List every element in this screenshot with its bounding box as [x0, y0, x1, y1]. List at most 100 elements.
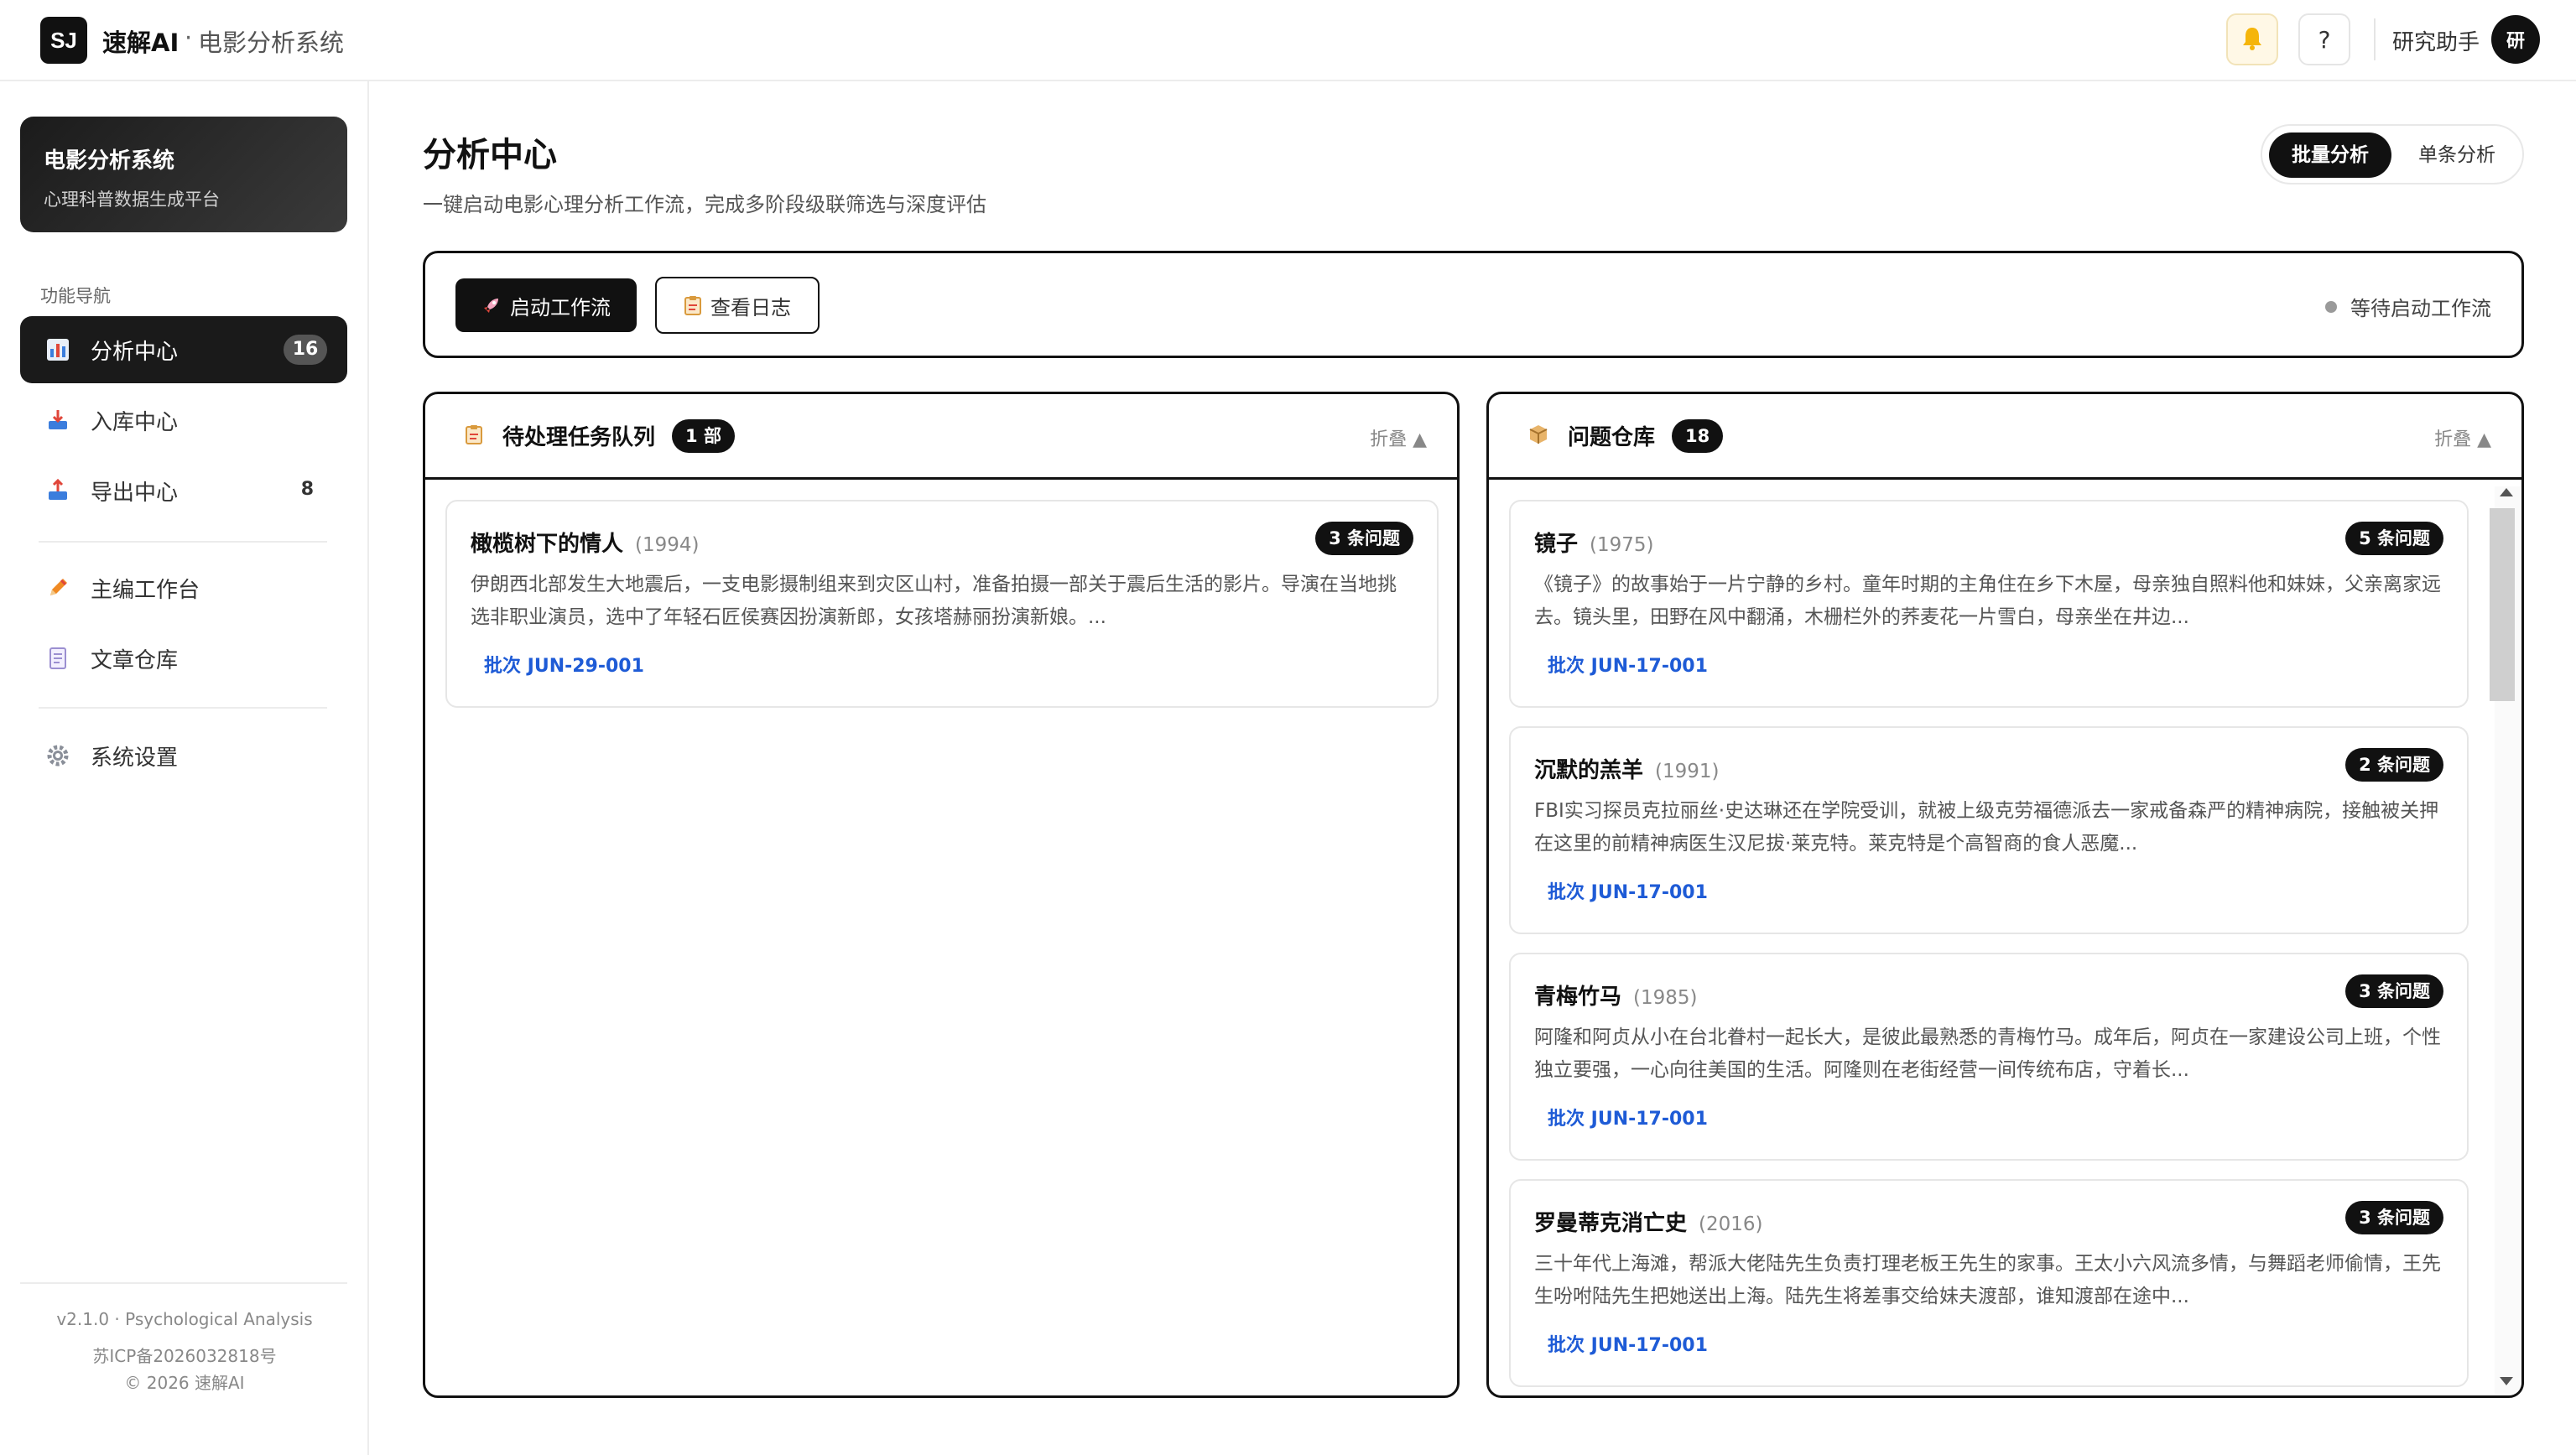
- brand-separator: ·: [185, 23, 193, 52]
- scrollbar-thumb[interactable]: [2490, 508, 2515, 701]
- task-queue-title: 待处理任务队列: [502, 425, 656, 450]
- movie-title: 镜子 (1975): [1534, 527, 1654, 558]
- batch-mode-button[interactable]: 批量分析: [2269, 133, 2391, 178]
- system-card-subtitle: 心理科普数据生成平台: [44, 190, 220, 210]
- movie-description: 阿隆和阿贞从小在台北眷村一起长大，是彼此最熟悉的青梅竹马。成年后，阿贞在一家建设…: [1534, 1026, 2441, 1081]
- footer-divider: [20, 1282, 347, 1284]
- sidebar-item-label: 主编工作台: [91, 577, 200, 603]
- movie-description: 《镜子》的故事始于一片宁静的乡村。童年时期的主角住在乡下木屋，母亲独自照料他和妹…: [1534, 574, 2441, 628]
- movie-description: FBI实习探员克拉丽丝·史达琳还在学院受训，就被上级克劳福德派去一家戒备森严的精…: [1534, 800, 2439, 855]
- task-queue-header: 待处理任务队列 1 部 折叠 ▲: [425, 394, 1457, 480]
- sidebar-item-analysis[interactable]: 分析中心 16: [20, 316, 347, 383]
- repo-card[interactable]: 罗曼蒂克消亡史 (2016) 3 条问题 三十年代上海滩，帮派大佬陆先生负责打理老…: [1509, 1179, 2469, 1387]
- repo-card[interactable]: 青梅竹马 (1985) 3 条问题 阿隆和阿贞从小在台北眷村一起长大，是彼此最熟悉…: [1509, 953, 2469, 1161]
- sidebar-item-label: 入库中心: [91, 409, 179, 435]
- nav-heading: 功能导航: [40, 286, 111, 306]
- scroll-up-icon[interactable]: [2500, 488, 2513, 496]
- movie-title-text: 沉默的羔羊: [1534, 758, 1644, 783]
- footer-copyright: © 2026 速解AI: [124, 1373, 245, 1393]
- task-queue-count: 1 部: [672, 418, 735, 453]
- sidebar-item-articles[interactable]: 文章仓库: [20, 625, 347, 692]
- question-repo-header: 问题仓库 18 折叠 ▲: [1489, 394, 2521, 480]
- chart-icon: [45, 337, 70, 362]
- brand-subtitle: 电影分析系统: [198, 29, 345, 57]
- page-description: 一键启动电影心理分析工作流，完成多阶段级联筛选与深度评估: [423, 193, 986, 216]
- workflow-status-text: 等待启动工作流: [2350, 297, 2491, 320]
- footer-icp[interactable]: 苏ICP备2026032818号: [0, 1343, 369, 1367]
- repo-card[interactable]: 镜子 (1975) 5 条问题 《镜子》的故事始于一片宁静的乡村。童年时期的主角住…: [1509, 500, 2469, 708]
- sidebar-item-settings[interactable]: 系统设置: [20, 722, 347, 789]
- movie-title-text: 橄榄树下的情人: [471, 532, 624, 557]
- workflow-status: 等待启动工作流: [2325, 292, 2491, 321]
- system-card: 电影分析系统 心理科普数据生成平台: [20, 117, 347, 232]
- question-repo-panel: 问题仓库 18 折叠 ▲ 镜子 (1975) 5 条问题 《镜子》的故事始于一片宁…: [1486, 392, 2524, 1398]
- sidebar-item-editor[interactable]: 主编工作台: [20, 554, 347, 621]
- question-count-badge: 3 条问题: [2345, 1201, 2443, 1234]
- sidebar-item-import[interactable]: 入库中心: [20, 387, 347, 454]
- batch-link[interactable]: 批次 JUN-17-001: [1548, 651, 1708, 678]
- collapse-button[interactable]: 折叠 ▲: [1370, 424, 1427, 451]
- movie-year: (1991): [1655, 761, 1720, 782]
- single-mode-button[interactable]: 单条分析: [2398, 133, 2516, 178]
- question-count-badge: 2 条问题: [2345, 748, 2443, 782]
- action-bar: 启动工作流 查看日志 等待启动工作流: [423, 251, 2524, 358]
- clipboard-icon: [464, 424, 484, 449]
- collapse-button[interactable]: 折叠 ▲: [2434, 424, 2491, 451]
- document-icon: [45, 646, 70, 671]
- batch-link[interactable]: 批次 JUN-17-001: [1548, 1330, 1708, 1357]
- movie-description: 伊朗西北部发生大地震后，一支电影摄制组来到灾区山村，准备拍摄一部关于震后生活的影…: [471, 574, 1397, 628]
- repo-card[interactable]: 沉默的羔羊 (1991) 2 条问题 FBI实习探员克拉丽丝·史达琳还在学院受训，…: [1509, 726, 2469, 934]
- nav-divider: [39, 541, 327, 543]
- question-repo-count: 18: [1672, 418, 1724, 453]
- movie-description: 三十年代上海滩，帮派大佬陆先生负责打理老板王先生的家事。王太小六风流多情，与舞蹈…: [1534, 1253, 2441, 1307]
- nav-badge: 16: [284, 335, 327, 365]
- bell-icon: [2240, 25, 2264, 54]
- avatar[interactable]: 研: [2491, 15, 2540, 64]
- task-queue-panel: 待处理任务队列 1 部 折叠 ▲ 橄榄树下的情人 (1994) 3 条问题 伊朗西…: [423, 392, 1460, 1398]
- view-log-button[interactable]: 查看日志: [655, 277, 820, 334]
- movie-year: (1994): [635, 534, 700, 556]
- sidebar-item-label: 导出中心: [91, 480, 179, 506]
- package-icon: [1527, 424, 1549, 449]
- movie-title: 罗曼蒂克消亡史 (2016): [1534, 1206, 1763, 1237]
- sidebar-item-label: 系统设置: [91, 745, 179, 771]
- batch-link[interactable]: 批次 JUN-29-001: [484, 651, 644, 678]
- start-workflow-button[interactable]: 启动工作流: [455, 278, 637, 332]
- movie-title-text: 青梅竹马: [1534, 985, 1622, 1010]
- movie-title: 橄榄树下的情人 (1994): [471, 527, 700, 558]
- top-divider: [2374, 18, 2376, 60]
- footer-version: v2.1.0 · Psychological Analysis: [56, 1309, 313, 1329]
- sidebar-item-label: 文章仓库: [91, 647, 179, 673]
- nav-divider: [39, 707, 327, 709]
- gear-icon: [45, 743, 70, 768]
- movie-title: 青梅竹马 (1985): [1534, 980, 1698, 1011]
- inbox-icon: [45, 408, 70, 433]
- notification-button[interactable]: [2226, 13, 2278, 65]
- app-logo[interactable]: SJ: [40, 17, 87, 64]
- queue-card[interactable]: 橄榄树下的情人 (1994) 3 条问题 伊朗西北部发生大地震后，一支电影摄制组来…: [445, 500, 1439, 708]
- help-button[interactable]: ?: [2298, 13, 2350, 65]
- movie-year: (1985): [1633, 987, 1698, 1009]
- question-count-badge: 3 条问题: [2345, 974, 2443, 1008]
- nav-count: 8: [300, 479, 314, 500]
- clipboard-icon: [684, 295, 702, 315]
- start-workflow-label: 启动工作流: [510, 295, 611, 320]
- movie-year: (2016): [1699, 1213, 1763, 1235]
- top-bar: SJ 速解AI · 电影分析系统 ? 研究助手 研: [0, 0, 2576, 81]
- app-root: SJ 速解AI · 电影分析系统 ? 研究助手 研 电影分析系统 心理科普数据生…: [0, 0, 2576, 1455]
- scroll-down-icon[interactable]: [2500, 1377, 2513, 1385]
- sidebar-item-label: 分析中心: [91, 339, 179, 365]
- movie-title-text: 罗曼蒂克消亡史: [1534, 1211, 1688, 1236]
- export-icon: [45, 478, 70, 503]
- movie-title-text: 镜子: [1534, 532, 1579, 557]
- sidebar: 电影分析系统 心理科普数据生成平台 功能导航 分析中心 16 入库中心 导出中心…: [0, 81, 369, 1455]
- sidebar-item-export[interactable]: 导出中心 8: [20, 457, 347, 524]
- page-title: 分析中心: [423, 136, 557, 174]
- batch-link[interactable]: 批次 JUN-17-001: [1548, 877, 1708, 904]
- user-name[interactable]: 研究助手: [2392, 25, 2480, 56]
- rocket-icon: [481, 295, 502, 315]
- status-dot: [2325, 300, 2337, 313]
- question-repo-title: 问题仓库: [1568, 425, 1656, 450]
- mode-switch: 批量分析 单条分析: [2261, 124, 2524, 184]
- batch-link[interactable]: 批次 JUN-17-001: [1548, 1104, 1708, 1130]
